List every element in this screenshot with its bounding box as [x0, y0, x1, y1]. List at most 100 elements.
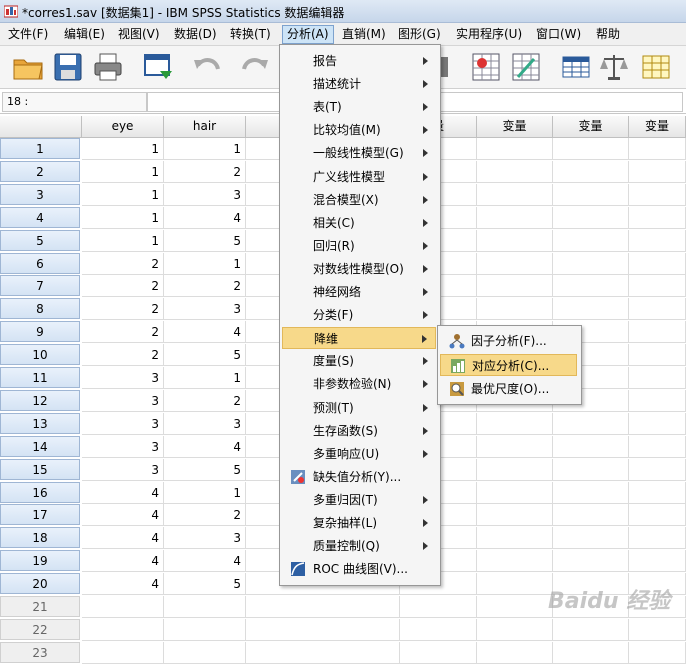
analyze-menu-item[interactable]: 对数线性模型(O) [282, 258, 436, 280]
column-header[interactable]: eye [82, 116, 164, 138]
table-cell[interactable] [629, 412, 686, 435]
recall-dialog-icon[interactable] [142, 51, 174, 83]
row-header[interactable]: 22 [0, 618, 80, 640]
column-header[interactable]: 变量 [629, 116, 686, 138]
table-cell[interactable] [164, 596, 246, 618]
table-cell[interactable] [553, 138, 629, 160]
analyze-menu-item[interactable]: 表(T) [282, 96, 436, 118]
table-cell[interactable] [553, 458, 629, 481]
table-cell[interactable] [553, 435, 629, 458]
analyze-menu-item[interactable]: 混合模型(X) [282, 189, 436, 211]
table-cell[interactable] [553, 275, 629, 298]
analyze-menu-item[interactable]: 广义线性模型 [282, 166, 436, 188]
analyze-menu-item[interactable]: 缺失值分析(Y)... [282, 466, 436, 488]
table-cell[interactable] [553, 527, 629, 550]
table-cell[interactable] [553, 229, 629, 252]
table-cell[interactable] [629, 160, 686, 183]
row-header[interactable]: 11 [0, 367, 80, 388]
row-header[interactable]: 7 [0, 275, 80, 297]
dimension-submenu-item[interactable]: 因子分析(F)... [440, 330, 577, 352]
table-cell[interactable] [477, 229, 553, 252]
table-cell[interactable] [553, 618, 629, 641]
table-cell[interactable] [477, 206, 553, 229]
table-cell[interactable]: 2 [164, 504, 246, 527]
table-cell[interactable] [164, 618, 246, 641]
table-cell[interactable] [477, 527, 553, 550]
row-header[interactable]: 13 [0, 412, 80, 434]
table-cell[interactable] [82, 618, 164, 641]
row-header[interactable]: 17 [0, 504, 80, 526]
row-header[interactable]: 18 [0, 527, 80, 549]
table-cell[interactable]: 3 [164, 412, 246, 435]
table-cell[interactable] [477, 298, 553, 321]
table-cell[interactable] [400, 641, 477, 664]
table-cell[interactable]: 3 [82, 389, 164, 412]
table-cell[interactable] [553, 183, 629, 206]
menu-item-10[interactable]: 帮助 [592, 26, 624, 43]
table-cell[interactable] [629, 481, 686, 504]
menu-item-5[interactable]: 分析(A) [282, 25, 334, 44]
table-cell[interactable] [82, 641, 164, 664]
table-cell[interactable] [477, 275, 553, 298]
row-header[interactable]: 12 [0, 389, 80, 411]
table-cell[interactable] [629, 252, 686, 275]
table-cell[interactable] [629, 435, 686, 458]
analyze-menu-item[interactable]: 多重响应(U) [282, 443, 436, 465]
analyze-menu-item[interactable]: 相关(C) [282, 212, 436, 234]
toolbar-partial-icon[interactable] [440, 51, 472, 83]
redo-icon[interactable] [238, 51, 270, 83]
insert-cases-icon[interactable] [470, 51, 502, 83]
table-cell[interactable]: 3 [82, 412, 164, 435]
row-header[interactable]: 5 [0, 229, 80, 251]
table-cell[interactable]: 1 [82, 229, 164, 252]
analyze-menu-item[interactable]: 神经网络 [282, 281, 436, 303]
dimension-submenu-item[interactable]: 对应分析(C)... [440, 354, 577, 376]
table-cell[interactable]: 4 [82, 550, 164, 573]
undo-icon[interactable] [192, 51, 224, 83]
table-cell[interactable]: 2 [82, 344, 164, 367]
table-cell[interactable]: 1 [164, 138, 246, 160]
table-cell[interactable]: 5 [164, 344, 246, 367]
table-cell[interactable] [553, 160, 629, 183]
analyze-menu-item[interactable]: 报告 [282, 50, 436, 72]
table-cell[interactable]: 5 [164, 573, 246, 596]
table-cell[interactable]: 3 [164, 527, 246, 550]
table-cell[interactable]: 2 [82, 252, 164, 275]
table-cell[interactable] [629, 367, 686, 389]
table-cell[interactable]: 4 [82, 504, 164, 527]
column-header[interactable]: 变量 [553, 116, 629, 138]
table-cell[interactable]: 1 [82, 138, 164, 160]
row-header[interactable]: 2 [0, 160, 80, 182]
table-cell[interactable] [400, 596, 477, 618]
variables-icon[interactable] [560, 51, 592, 83]
table-cell[interactable]: 1 [82, 160, 164, 183]
table-cell[interactable] [477, 458, 553, 481]
table-cell[interactable] [553, 252, 629, 275]
table-cell[interactable]: 1 [82, 206, 164, 229]
analyze-menu-item[interactable]: 比较均值(M) [282, 119, 436, 141]
table-cell[interactable] [477, 252, 553, 275]
table-cell[interactable]: 3 [82, 458, 164, 481]
table-cell[interactable] [246, 596, 400, 618]
column-header[interactable]: 变量 [477, 116, 553, 138]
table-cell[interactable]: 4 [164, 206, 246, 229]
table-cell[interactable]: 4 [164, 435, 246, 458]
analyze-menu-item[interactable]: 回归(R) [282, 235, 436, 257]
row-header[interactable]: 1 [0, 138, 80, 159]
analyze-menu-item[interactable]: 预测(T) [282, 397, 436, 419]
table-cell[interactable] [400, 618, 477, 641]
table-cell[interactable] [477, 160, 553, 183]
table-cell[interactable] [629, 229, 686, 252]
analyze-menu-item[interactable]: 描述统计 [282, 73, 436, 95]
table-cell[interactable]: 1 [164, 481, 246, 504]
table-cell[interactable] [629, 527, 686, 550]
table-cell[interactable]: 3 [164, 183, 246, 206]
table-cell[interactable] [629, 206, 686, 229]
row-header[interactable]: 8 [0, 298, 80, 320]
table-cell[interactable] [629, 321, 686, 344]
table-cell[interactable] [629, 138, 686, 160]
row-header[interactable]: 3 [0, 183, 80, 205]
table-cell[interactable] [553, 206, 629, 229]
menu-item-7[interactable]: 图形(G) [394, 26, 445, 43]
chart-builder-icon[interactable] [510, 51, 542, 83]
